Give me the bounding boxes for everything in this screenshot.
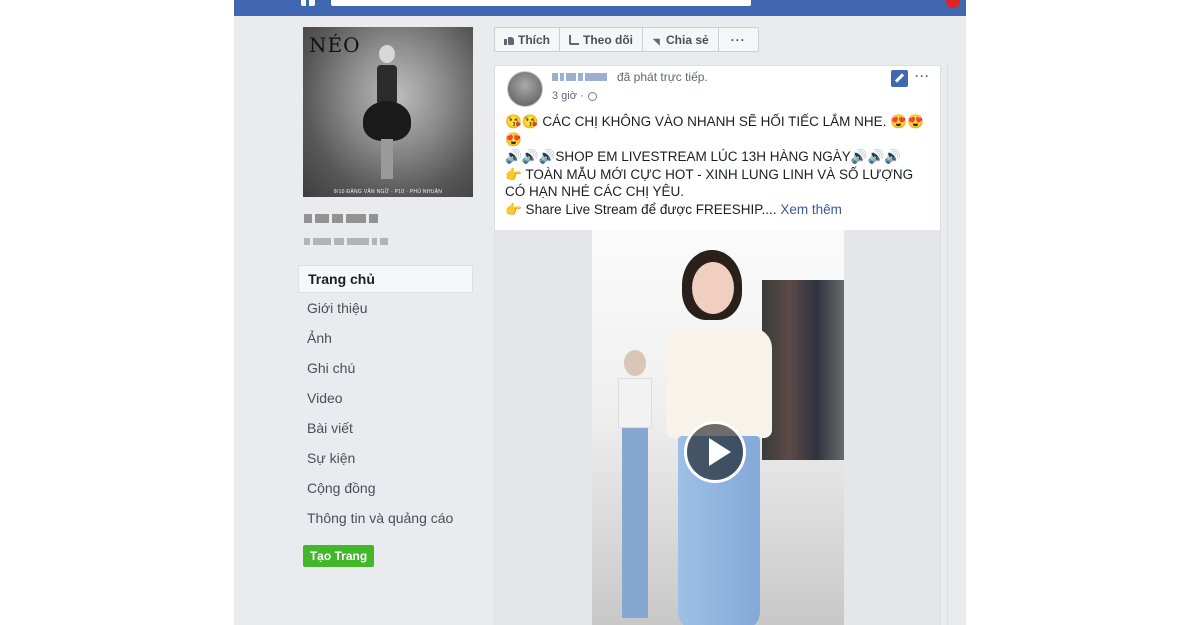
like-page-button[interactable]: Thích xyxy=(495,28,560,51)
post-line: 👉 TOÀN MẪU MỚI CỰC HOT - XINH LUNG LINH … xyxy=(505,166,914,200)
nav-item-home[interactable]: Trang chủ xyxy=(298,265,473,293)
model-figure-image xyxy=(363,45,411,185)
post-line: 👉 Share Live Stream để được FREESHIP....… xyxy=(505,201,933,219)
post-line-text: 👉 Share Live Stream để được FREESHIP.... xyxy=(505,201,777,217)
create-page-button[interactable]: Tạo Trang xyxy=(303,545,374,567)
live-video-player[interactable] xyxy=(495,230,940,625)
post-timestamp[interactable]: 3 giờ · xyxy=(552,90,597,102)
page-username-redacted xyxy=(304,238,388,245)
follow-label: Theo dõi xyxy=(583,32,633,47)
post-action-text: đã phát trực tiếp. xyxy=(617,70,708,84)
follow-page-button[interactable]: Theo dõi xyxy=(560,28,643,51)
see-more-link[interactable]: Xem thêm xyxy=(780,202,842,217)
notification-icon[interactable] xyxy=(946,0,960,8)
post-author-name-redacted[interactable] xyxy=(552,73,607,81)
nav-item-notes[interactable]: Ghi chú xyxy=(298,355,473,385)
page-profile-picture[interactable]: NÉO 9/10 ĐẶNG VĂN NGỮ · P10 · PHÚ NHUẬN xyxy=(303,27,473,197)
thumbs-up-icon xyxy=(504,35,514,45)
pin-icon[interactable] xyxy=(891,70,908,87)
share-label: Chia sẻ xyxy=(666,32,709,47)
nav-item-events[interactable]: Sự kiện xyxy=(298,445,473,475)
page-name-redacted xyxy=(304,214,378,223)
post-more-options-icon[interactable]: ··· xyxy=(915,69,930,83)
nav-item-posts[interactable]: Bài viết xyxy=(298,415,473,445)
brand-logo: NÉO xyxy=(309,33,361,57)
globe-icon xyxy=(587,91,597,101)
page-navigation-menu: Trang chủ Giới thiệu Ảnh Ghi chú Video B… xyxy=(298,265,473,535)
share-arrow-icon xyxy=(652,35,662,45)
more-dots-icon: ··· xyxy=(730,32,746,47)
like-label: Thích xyxy=(518,32,550,47)
page-action-bar: Thích Theo dõi Chia sẻ ··· xyxy=(494,27,759,52)
post-body-text: 😘😘 CÁC CHỊ KHÔNG VÀO NHANH SẼ HỐI TIẾC L… xyxy=(505,113,933,218)
nav-item-community[interactable]: Cộng đồng xyxy=(298,475,473,505)
profile-caption: 9/10 ĐẶNG VĂN NGỮ · P10 · PHÚ NHUẬN xyxy=(333,189,443,195)
left-sidebar: NÉO 9/10 ĐẶNG VĂN NGỮ · P10 · PHÚ NHUẬN … xyxy=(234,16,481,625)
play-icon[interactable] xyxy=(684,421,746,483)
search-input[interactable] xyxy=(331,0,751,6)
pinned-post-card: đã phát trực tiếp. 3 giờ · ··· 😘😘 CÁC CH… xyxy=(494,65,941,625)
mannequin-image xyxy=(614,350,656,620)
facebook-logo-icon[interactable] xyxy=(301,0,315,6)
nav-item-videos[interactable]: Video xyxy=(298,385,473,415)
rss-icon xyxy=(569,34,579,45)
top-navigation-bar xyxy=(234,0,966,16)
nav-item-info-and-ads[interactable]: Thông tin và quảng cáo xyxy=(298,505,473,535)
share-page-button[interactable]: Chia sẻ xyxy=(643,28,719,51)
post-time-label: 3 giờ · xyxy=(552,90,584,102)
more-options-button[interactable]: ··· xyxy=(719,28,758,51)
nav-item-about[interactable]: Giới thiệu xyxy=(298,295,473,325)
right-column-edge xyxy=(947,65,966,625)
post-author-avatar[interactable] xyxy=(507,71,543,107)
post-line: 🔊🔊🔊SHOP EM LIVESTREAM LÚC 13H HÀNG NGÀY🔊… xyxy=(505,149,902,164)
nav-item-photos[interactable]: Ảnh xyxy=(298,325,473,355)
post-line: 😘😘 CÁC CHỊ KHÔNG VÀO NHANH SẼ HỐI TIẾC L… xyxy=(505,114,924,147)
browser-viewport: NÉO 9/10 ĐẶNG VĂN NGỮ · P10 · PHÚ NHUẬN … xyxy=(234,0,966,625)
